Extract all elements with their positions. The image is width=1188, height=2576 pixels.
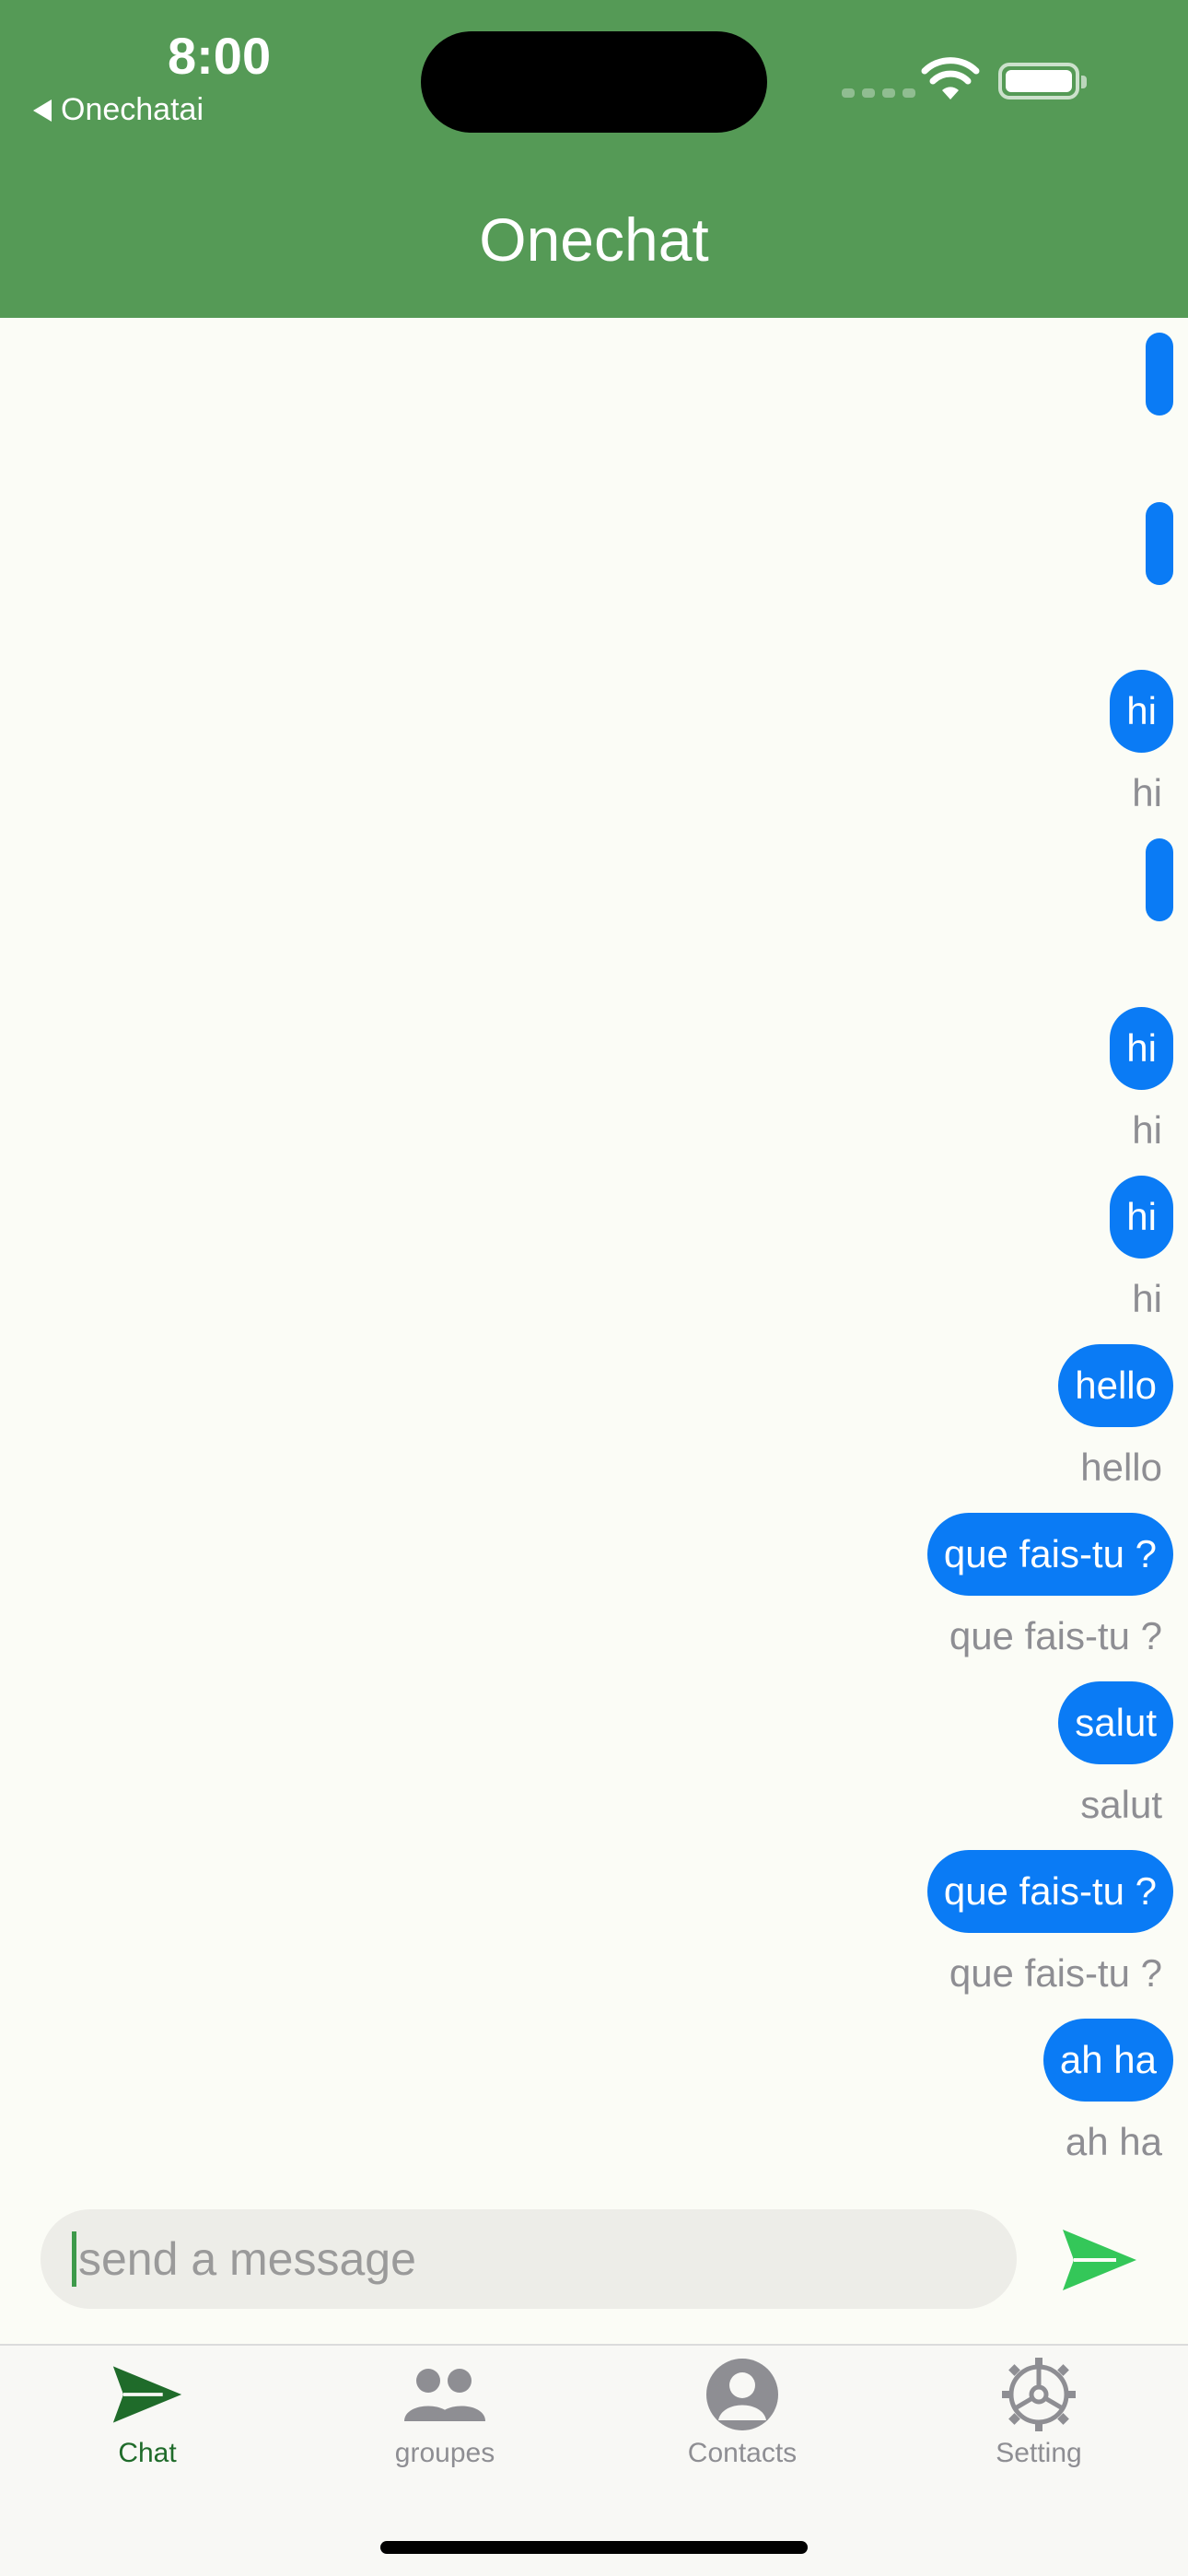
message-caption: hi — [1132, 1108, 1162, 1152]
tab-setting[interactable]: Setting — [938, 2355, 1140, 2469]
tab-contacts[interactable]: Contacts — [641, 2355, 844, 2469]
message-caption: hi — [1132, 1277, 1162, 1320]
tab-label: Setting — [996, 2438, 1082, 2468]
tab-label: groupes — [394, 2438, 495, 2468]
tab-chat[interactable]: Chat — [46, 2355, 249, 2469]
message-bubble[interactable] — [1146, 502, 1173, 585]
message-caption: hi — [1132, 771, 1162, 814]
back-label: Onechatai — [61, 92, 204, 127]
message-bubble[interactable]: hi — [1110, 1176, 1173, 1259]
message-input[interactable] — [78, 2232, 907, 2286]
message-caption: hello — [1080, 1446, 1162, 1489]
text-cursor — [72, 2231, 76, 2287]
message-item: salut salut — [1058, 1681, 1173, 1827]
gear-icon — [993, 2355, 1085, 2434]
header-bar: 8:00 Onechatai Onechat — [0, 0, 1188, 318]
message-bubble[interactable] — [1146, 838, 1173, 921]
send-icon — [101, 2355, 193, 2434]
message-bubble[interactable]: hi — [1110, 1007, 1173, 1090]
message-item: hi hi — [1110, 1007, 1173, 1153]
tab-groupes[interactable]: groupes — [344, 2355, 546, 2469]
home-indicator[interactable] — [380, 2541, 808, 2554]
person-icon — [696, 2355, 788, 2434]
message-caption: que fais-tu ? — [949, 1951, 1162, 1995]
battery-icon — [998, 63, 1087, 100]
cellular-signal-icon — [842, 88, 915, 98]
message-caption: ah ha — [1065, 2120, 1162, 2163]
message-bubble[interactable] — [1146, 333, 1173, 416]
message-item: ah ha ah ha — [1042, 2019, 1173, 2164]
dynamic-island — [421, 31, 767, 133]
send-button[interactable] — [1061, 2228, 1138, 2292]
message-bubble[interactable]: hi — [1110, 670, 1173, 753]
message-item: hi hi — [1110, 1176, 1173, 1321]
message-item: hello hello — [1058, 1344, 1173, 1490]
message-item: que fais-tu ? que fais-tu ? — [926, 1850, 1173, 1996]
message-bubble[interactable]: ah ha — [1042, 2019, 1173, 2102]
message-item — [1146, 502, 1173, 585]
message-composer[interactable] — [41, 2209, 1017, 2309]
message-item — [1146, 838, 1173, 921]
app-screen: 8:00 Onechatai Onechat hi hi hi hi hi hi… — [0, 0, 1188, 2576]
send-icon — [1063, 2230, 1136, 2290]
tab-label: Contacts — [687, 2438, 798, 2468]
back-to-app-link[interactable]: Onechatai — [33, 92, 204, 128]
message-bubble[interactable]: que fais-tu ? — [926, 1513, 1173, 1596]
message-item: hi hi — [1110, 670, 1173, 815]
message-bubble[interactable]: hello — [1058, 1344, 1173, 1427]
people-icon — [399, 2355, 491, 2434]
message-item — [1146, 333, 1173, 416]
page-title: Onechat — [479, 205, 709, 274]
back-arrow-icon — [33, 99, 52, 122]
message-bubble[interactable]: salut — [1058, 1681, 1173, 1764]
message-caption: salut — [1080, 1783, 1162, 1826]
message-item: que fais-tu ? que fais-tu ? — [926, 1513, 1173, 1658]
message-bubble[interactable]: que fais-tu ? — [926, 1850, 1173, 1933]
message-list[interactable]: hi hi hi hi hi hi hello hello que fais-t… — [0, 318, 1188, 2207]
status-time: 8:00 — [168, 27, 272, 85]
wifi-icon — [921, 57, 980, 100]
message-caption: que fais-tu ? — [949, 1614, 1162, 1657]
tab-label: Chat — [118, 2438, 177, 2468]
